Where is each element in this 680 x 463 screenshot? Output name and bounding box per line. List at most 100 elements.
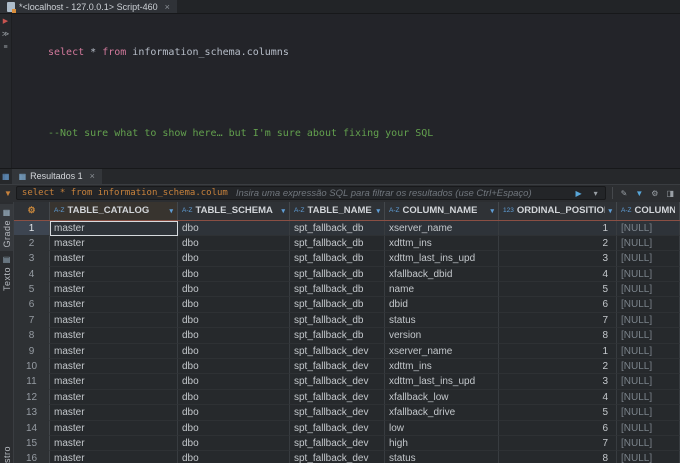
grid-cell[interactable]: dbo — [178, 282, 290, 298]
grid-cell[interactable]: dbo — [178, 235, 290, 252]
column-menu-caret-icon[interactable]: ▾ — [490, 207, 494, 215]
table-row[interactable]: 8 master dbo spt_fallback_db version 8 [NULL] — [14, 328, 680, 344]
table-row[interactable]: 10 master dbo spt_fallback_dev xdttm_ins 2 [NU… — [14, 359, 680, 375]
filter-settings-gear-icon[interactable]: ⚙ — [649, 189, 660, 198]
grid-cell[interactable]: dbo — [178, 266, 290, 283]
grid-cell[interactable]: 6 — [499, 297, 617, 313]
grid-cell[interactable]: spt_fallback_db — [290, 297, 385, 313]
table-row[interactable]: 9 master dbo spt_fallback_dev xserver_name 1[… — [14, 343, 680, 360]
grid-cell[interactable]: master — [50, 220, 178, 236]
grid-cell[interactable]: dbo — [178, 435, 290, 452]
grid-cell[interactable]: 1 — [499, 220, 617, 236]
grid-cell[interactable]: spt_fallback_dev — [290, 343, 385, 360]
grid-cell[interactable]: dbo — [178, 251, 290, 267]
grid-cell[interactable]: [NULL] — [617, 359, 680, 375]
table-row[interactable]: 4 master dbo spt_fallback_db xfallback_dbid 4… — [14, 266, 680, 283]
row-number[interactable]: 10 — [14, 359, 50, 375]
grid-cell[interactable]: spt_fallback_db — [290, 312, 385, 329]
row-number[interactable]: 13 — [14, 405, 50, 421]
grid-cell[interactable]: master — [50, 328, 178, 344]
grid-cell[interactable]: dbo — [178, 328, 290, 344]
grid-cell[interactable]: xdttm_ins — [385, 359, 499, 375]
column-menu-caret-icon[interactable]: ▾ — [169, 207, 173, 215]
grid-cell[interactable]: 2 — [499, 235, 617, 252]
table-row[interactable]: 15 master dbo spt_fallback_dev high 7 [NULL] — [14, 435, 680, 452]
grid-cell[interactable]: master — [50, 235, 178, 252]
grid-cell[interactable]: spt_fallback_db — [290, 266, 385, 283]
grid-cell[interactable]: master — [50, 435, 178, 452]
grid-cell[interactable]: 8 — [499, 328, 617, 344]
editor-menu-icon[interactable]: ≡ — [3, 44, 7, 51]
table-row[interactable]: 11 master dbo spt_fallback_dev xdttm_last_in… — [14, 374, 680, 390]
column-header-table-schema[interactable]: A-Z TABLE_SCHEMA ▾ — [178, 201, 290, 220]
grid-cell[interactable]: version — [385, 328, 499, 344]
grid-cell[interactable]: xserver_name — [385, 343, 499, 360]
grid-cell[interactable]: [NULL] — [617, 282, 680, 298]
grid-cell[interactable]: low — [385, 420, 499, 436]
side-tab-texto[interactable]: ▤ Texto — [0, 251, 13, 295]
apply-filter-play-icon[interactable]: ▶ — [573, 189, 583, 198]
grid-cell[interactable]: name — [385, 282, 499, 298]
grid-cell[interactable]: 3 — [499, 251, 617, 267]
grid-cell[interactable]: spt_fallback_db — [290, 328, 385, 344]
grid-cell[interactable]: master — [50, 343, 178, 360]
grid-cell[interactable]: 7 — [499, 435, 617, 452]
column-menu-caret-icon[interactable]: ▾ — [376, 207, 380, 215]
grid-cell[interactable]: dbo — [178, 389, 290, 406]
grid-cell[interactable]: master — [50, 389, 178, 406]
table-row[interactable]: 5 master dbo spt_fallback_db name 5 [NULL] — [14, 282, 680, 298]
column-header-column-name[interactable]: A-Z COLUMN_NAME ▾ — [385, 201, 499, 220]
table-row[interactable]: 16 master dbo spt_fallback_dev status 8 [NULL] — [14, 451, 680, 463]
column-menu-caret-icon[interactable]: ▾ — [608, 207, 612, 215]
grid-body[interactable]: 1 master dbo spt_fallback_db xserver_name 1 [N… — [14, 220, 680, 463]
side-tab-grade[interactable]: ▦ Grade — [0, 203, 13, 252]
grid-cell[interactable]: dbid — [385, 297, 499, 313]
column-header-table-name[interactable]: A-Z TABLE_NAME ▾ — [290, 201, 385, 220]
row-number[interactable]: 3 — [14, 251, 50, 267]
grid-cell[interactable]: [NULL] — [617, 405, 680, 421]
grid-cell[interactable]: 3 — [499, 374, 617, 390]
table-row[interactable]: 2 master dbo spt_fallback_db xdttm_ins 2 [NULL… — [14, 235, 680, 252]
grid-cell[interactable]: [NULL] — [617, 266, 680, 283]
grid-cell[interactable]: master — [50, 266, 178, 283]
table-row[interactable]: 12 master dbo spt_fallback_dev xfallback_low… — [14, 389, 680, 406]
grid-cell[interactable]: spt_fallback_dev — [290, 405, 385, 421]
execute-script-icon[interactable]: ≫ — [2, 31, 9, 38]
grid-cell[interactable]: 4 — [499, 389, 617, 406]
row-number[interactable]: 2 — [14, 235, 50, 252]
grid-cell[interactable]: status — [385, 451, 499, 463]
filter-history-caret-icon[interactable]: ▾ — [592, 189, 600, 198]
tab-sql-script[interactable]: *<localhost - 127.0.0.1> Script-460 × — [0, 0, 177, 13]
grid-cell[interactable]: [NULL] — [617, 235, 680, 252]
grid-cell[interactable]: [NULL] — [617, 328, 680, 344]
grid-cell[interactable]: 5 — [499, 405, 617, 421]
grid-cell[interactable]: xfallback_drive — [385, 405, 499, 421]
grid-cell[interactable]: 7 — [499, 312, 617, 329]
grid-cell[interactable]: [NULL] — [617, 374, 680, 390]
grid-cell[interactable]: [NULL] — [617, 435, 680, 452]
grid-cell[interactable]: dbo — [178, 359, 290, 375]
grid-cell[interactable]: spt_fallback_db — [290, 235, 385, 252]
row-number[interactable]: 8 — [14, 328, 50, 344]
grid-cell[interactable]: xdttm_last_ins_upd — [385, 251, 499, 267]
row-number[interactable]: 6 — [14, 297, 50, 313]
row-number[interactable]: 11 — [14, 374, 50, 390]
grid-cell[interactable]: xdttm_ins — [385, 235, 499, 252]
grid-cell[interactable]: [NULL] — [617, 343, 680, 360]
row-number[interactable]: 16 — [14, 451, 50, 463]
grid-cell[interactable]: xdttm_last_ins_upd — [385, 374, 499, 390]
grid-cell[interactable]: dbo — [178, 312, 290, 329]
grid-settings-icon[interactable]: ⚙ — [27, 205, 35, 216]
tab-resultados-1[interactable]: ▦ Resultados 1 × — [11, 168, 102, 184]
execute-statement-icon[interactable]: ▶ — [3, 18, 8, 25]
grid-cell[interactable]: 5 — [499, 282, 617, 298]
grid-cell[interactable]: 6 — [499, 420, 617, 436]
grid-cell[interactable]: spt_fallback_dev — [290, 435, 385, 452]
row-number[interactable]: 7 — [14, 312, 50, 329]
sql-code-area[interactable]: select * from information_schema.columns… — [12, 14, 680, 168]
grid-cell[interactable]: master — [50, 420, 178, 436]
grid-cell[interactable]: spt_fallback_db — [290, 220, 385, 236]
grid-cell[interactable]: dbo — [178, 297, 290, 313]
grid-cell[interactable]: master — [50, 359, 178, 375]
grid-cell[interactable]: spt_fallback_db — [290, 251, 385, 267]
